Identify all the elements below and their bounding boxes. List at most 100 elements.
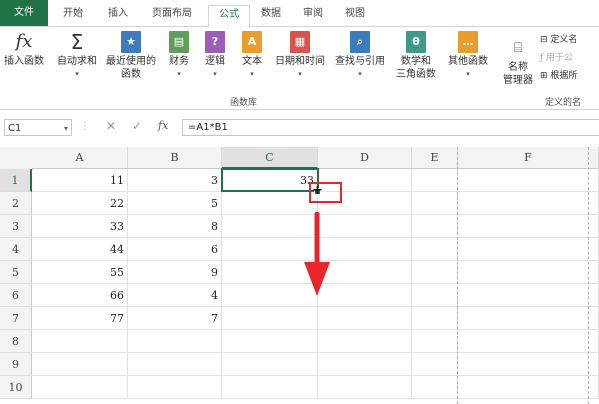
cell-d7[interactable] (318, 307, 412, 330)
cell-d8[interactable] (318, 330, 412, 353)
cell-e1[interactable] (412, 169, 458, 192)
row-header[interactable]: 9 (0, 353, 32, 376)
row-header[interactable]: 5 (0, 261, 32, 284)
column-header-b[interactable]: B (128, 147, 222, 169)
cell-b5[interactable]: 9 (128, 261, 222, 284)
cell-e2[interactable] (412, 192, 458, 215)
logical-label: 逻辑 (205, 56, 225, 67)
star-book-icon: ★ (121, 31, 141, 53)
financial-button[interactable]: ▤ 财务 ▾ (164, 31, 194, 81)
row-header[interactable]: 3 (0, 215, 32, 238)
cell-a8[interactable] (32, 330, 128, 353)
cell-e8[interactable] (412, 330, 458, 353)
cell-e4[interactable] (412, 238, 458, 261)
tab-review[interactable]: 审阅 (296, 5, 330, 25)
cell-a6[interactable]: 66 (32, 284, 128, 307)
insert-function-button[interactable]: fx 插入函数 (2, 31, 46, 68)
cell-b9[interactable] (128, 353, 222, 376)
cell-c9[interactable] (222, 353, 318, 376)
tab-page-layout[interactable]: 页面布局 (143, 5, 201, 25)
logical-button[interactable]: ? 逻辑 ▾ (200, 31, 230, 81)
row-header[interactable]: 4 (0, 238, 32, 261)
cell-f7[interactable] (458, 307, 599, 330)
lookup-reference-button[interactable]: ⌕ 查找与引用 ▾ (332, 31, 388, 81)
cell-e10[interactable] (412, 376, 458, 399)
column-header-e[interactable]: E (412, 147, 458, 169)
cell-b1[interactable]: 3 (128, 169, 222, 192)
row-header[interactable]: 6 (0, 284, 32, 307)
check-icon[interactable]: ✓ (132, 119, 142, 133)
cell-f4[interactable] (458, 238, 599, 261)
tab-insert[interactable]: 插入 (100, 5, 136, 25)
cell-a9[interactable] (32, 353, 128, 376)
use-in-formula-button[interactable]: ƒ 用于公 (540, 49, 577, 67)
cell-f9[interactable] (458, 353, 599, 376)
row-header[interactable]: 8 (0, 330, 32, 353)
cell-a3[interactable]: 33 (32, 215, 128, 238)
column-header-a[interactable]: A (32, 147, 128, 169)
row-header[interactable]: 10 (0, 376, 32, 399)
cell-e3[interactable] (412, 215, 458, 238)
define-name-button[interactable]: ⊟ 定义名 (540, 31, 577, 49)
cell-a5[interactable]: 55 (32, 261, 128, 284)
cell-b6[interactable]: 4 (128, 284, 222, 307)
cell-e5[interactable] (412, 261, 458, 284)
cell-d10[interactable] (318, 376, 412, 399)
cell-c7[interactable] (222, 307, 318, 330)
tab-home[interactable]: 开始 (55, 5, 91, 25)
row-header[interactable]: 2 (0, 192, 32, 215)
recently-used-button[interactable]: ★ 最近使用的 函数 (102, 31, 160, 81)
cell-f2[interactable] (458, 192, 599, 215)
text-button[interactable]: A 文本 ▾ (236, 31, 268, 81)
cell-b8[interactable] (128, 330, 222, 353)
cell-b4[interactable]: 6 (128, 238, 222, 261)
more-functions-button[interactable]: … 其他函数 ▾ (444, 31, 492, 81)
cell-a1[interactable]: 11 (32, 169, 128, 192)
autosum-button[interactable]: Σ 自动求和 ▾ (54, 31, 100, 81)
tab-file[interactable]: 文件 (0, 0, 48, 26)
cell-f10[interactable] (458, 376, 599, 399)
cell-a4[interactable]: 44 (32, 238, 128, 261)
cell-d9[interactable] (318, 353, 412, 376)
insert-function-icon[interactable]: fx (158, 119, 168, 132)
cell-b10[interactable] (128, 376, 222, 399)
cell-a2[interactable]: 22 (32, 192, 128, 215)
tab-formulas[interactable]: 公式 (208, 5, 250, 28)
financial-label: 财务 (169, 56, 189, 67)
cell-d4[interactable] (318, 238, 412, 261)
name-manager-button[interactable]: ⌸ 名称 管理器 (500, 37, 536, 87)
row-header[interactable]: 7 (0, 307, 32, 330)
cell-a10[interactable] (32, 376, 128, 399)
cell-e9[interactable] (412, 353, 458, 376)
column-header-f[interactable]: F (458, 147, 599, 169)
row-header[interactable]: 1 (0, 169, 32, 192)
cell-c8[interactable] (222, 330, 318, 353)
datetime-button[interactable]: ▦ 日期和时间 ▾ (272, 31, 328, 81)
tab-data[interactable]: 数据 (254, 5, 288, 25)
cell-f3[interactable] (458, 215, 599, 238)
cell-f5[interactable] (458, 261, 599, 284)
select-all-corner[interactable] (0, 147, 33, 170)
name-box[interactable]: C1 ▾ (4, 119, 72, 136)
cell-a7[interactable]: 77 (32, 307, 128, 330)
cancel-icon[interactable]: ✕ (106, 119, 116, 133)
formula-input[interactable]: =A1*B1 (182, 119, 599, 136)
cell-e6[interactable] (412, 284, 458, 307)
column-header-c[interactable]: C (222, 147, 318, 169)
tab-view[interactable]: 视图 (338, 5, 372, 25)
cell-c1[interactable]: 33 (222, 169, 318, 192)
cell-f6[interactable] (458, 284, 599, 307)
math-trig-button[interactable]: θ 数学和 三角函数 (392, 31, 440, 81)
cell-c10[interactable] (222, 376, 318, 399)
cell-f1[interactable] (458, 169, 599, 192)
create-from-selection-button[interactable]: ⊞ 根据所 (540, 67, 577, 85)
cell-f8[interactable] (458, 330, 599, 353)
cell-b2[interactable]: 5 (128, 192, 222, 215)
cell-b7[interactable]: 7 (128, 307, 222, 330)
cell-d5[interactable] (318, 261, 412, 284)
cell-e7[interactable] (412, 307, 458, 330)
column-header-d[interactable]: D (318, 147, 412, 169)
cell-d3[interactable] (318, 215, 412, 238)
cell-b3[interactable]: 8 (128, 215, 222, 238)
cell-d6[interactable] (318, 284, 412, 307)
